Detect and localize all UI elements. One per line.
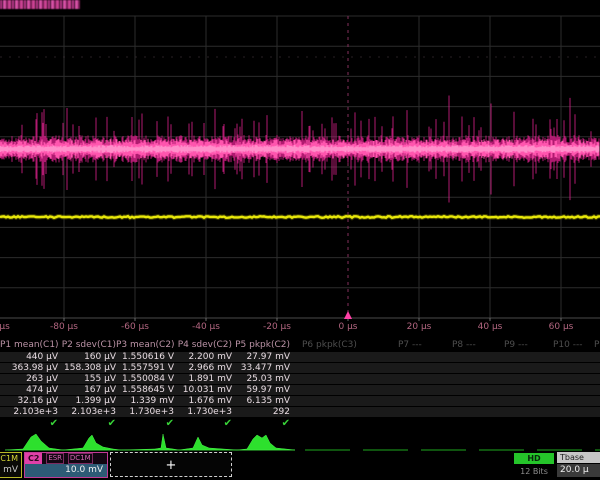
measurement-value: 1.891 mV — [174, 374, 232, 384]
measurement-header-inactive[interactable]: P11 — [594, 340, 600, 350]
c2-scale-value: 10.0 mV — [25, 464, 107, 477]
plus-icon[interactable]: + — [166, 458, 177, 473]
time-axis-label: -60 µs — [115, 322, 155, 332]
hd-bits-label: 12 Bits — [514, 467, 554, 476]
measurement-header-inactive[interactable]: P7 --- — [398, 340, 458, 350]
hd-mode-badge: HD — [514, 453, 554, 464]
c2-waveform[interactable] — [0, 96, 599, 203]
measurement-value: 440 µV — [0, 352, 58, 362]
measurement-value: 160 µV — [58, 352, 116, 362]
c1-waveform[interactable] — [0, 216, 600, 218]
measurement-table: P1 mean(C1)P2 sdev(C1)P3 mean(C2)P4 sdev… — [0, 340, 600, 430]
measurement-value: 1.399 µV — [58, 396, 116, 406]
time-axis-label: -80 µs — [44, 322, 84, 332]
measurement-value: 2.200 mV — [174, 352, 232, 362]
measurement-value: 25.03 mV — [232, 374, 290, 384]
measurement-value: 1.676 mV — [174, 396, 232, 406]
c1-coupling-badge: C1M — [0, 453, 21, 464]
histicon-p3[interactable] — [121, 434, 179, 450]
measurement-value: 292 — [232, 407, 290, 417]
waveform-graticule — [0, 0, 600, 340]
measurement-value: 167 µV — [58, 385, 116, 395]
time-axis-label: -40 µs — [186, 322, 226, 332]
measurement-header[interactable]: P1 mean(C1) — [0, 340, 58, 350]
measurement-value: 1.558645 V — [116, 385, 174, 395]
time-axis-label: -100 µs — [0, 322, 13, 332]
measurement-value: 474 µV — [0, 385, 58, 395]
histicon-p2[interactable] — [63, 435, 121, 450]
measurement-value: 2.103e+3 — [58, 407, 116, 417]
measurement-value: 1.550616 V — [116, 352, 174, 362]
time-axis-label: 0 µs — [328, 322, 368, 332]
c2-coupling-badge: DC1M — [68, 453, 93, 464]
measurement-header[interactable]: P4 sdev(C2) — [174, 340, 232, 350]
channel-c1-descriptor[interactable]: C1M 0 mV — [0, 452, 22, 478]
measurement-header[interactable]: P5 pkpk(C2) — [232, 340, 290, 350]
oscilloscope-screen: -100 µs -80 µs -60 µs -40 µs -20 µs 0 µs 20 µs… — [0, 0, 600, 480]
measurement-value: 363.98 µV — [0, 363, 58, 373]
histicon-p5[interactable] — [237, 435, 295, 450]
measurement-header[interactable]: P3 mean(C2) — [116, 340, 174, 350]
timebase-descriptor[interactable]: Tbase — [557, 452, 600, 463]
measurement-value: 1.730e+3 — [174, 407, 232, 417]
time-axis: -100 µs -80 µs -60 µs -40 µs -20 µs 0 µs 20 µs… — [0, 322, 600, 334]
measurement-value: 2.103e+3 — [0, 407, 58, 417]
measurement-header[interactable]: P2 sdev(C1) — [58, 340, 116, 350]
time-axis-label: 20 µs — [399, 322, 439, 332]
measurement-header-inactive[interactable]: P10 --- — [553, 340, 600, 350]
timebase-scale-value: 20.0 µ — [557, 464, 600, 477]
c1-scale-value: 0 mV — [0, 464, 21, 475]
trigger-position-marker[interactable] — [344, 311, 352, 319]
status-check-icon: ✔ — [116, 418, 174, 429]
histicon-p4[interactable] — [179, 437, 237, 450]
measurement-value: 10.031 mV — [174, 385, 232, 395]
measurement-value: 1.550084 V — [116, 374, 174, 384]
measurement-value: 1.339 mV — [116, 396, 174, 406]
status-check-icon: ✔ — [232, 418, 290, 429]
measurement-value: 59.97 mV — [232, 385, 290, 395]
status-check-icon: ✔ — [58, 418, 116, 429]
measurement-value: 32.16 µV — [0, 396, 58, 406]
measurement-value: 1.557591 V — [116, 363, 174, 373]
parameter-histicons[interactable] — [0, 430, 600, 452]
channel-c2-descriptor[interactable]: C2 ESR DC1M 10.0 mV — [24, 452, 108, 478]
time-axis-label: 60 µs — [541, 322, 581, 332]
time-axis-label: 40 µs — [470, 322, 510, 332]
measurement-header-inactive[interactable]: P8 --- — [452, 340, 512, 350]
c2-esr-badge: ESR — [46, 453, 64, 464]
measurement-value: 155 µV — [58, 374, 116, 384]
measurement-value: 33.477 mV — [232, 363, 290, 373]
measurement-value: 158.308 µV — [58, 363, 116, 373]
measurement-value: 6.135 mV — [232, 396, 290, 406]
c2-channel-tab[interactable]: C2 — [25, 453, 42, 464]
status-check-icon: ✔ — [0, 418, 58, 429]
status-check-icon: ✔ — [174, 418, 232, 429]
measurement-value: 2.966 mV — [174, 363, 232, 373]
measurement-header-inactive[interactable]: P6 pkpk(C3) — [302, 340, 362, 350]
add-trace-box[interactable]: + — [110, 452, 232, 477]
measurement-value: 1.730e+3 — [116, 407, 174, 417]
measurement-value: 263 µV — [0, 374, 58, 384]
measurement-value: 27.97 mV — [232, 352, 290, 362]
time-axis-label: -20 µs — [257, 322, 297, 332]
histicon-p1[interactable] — [5, 434, 63, 450]
